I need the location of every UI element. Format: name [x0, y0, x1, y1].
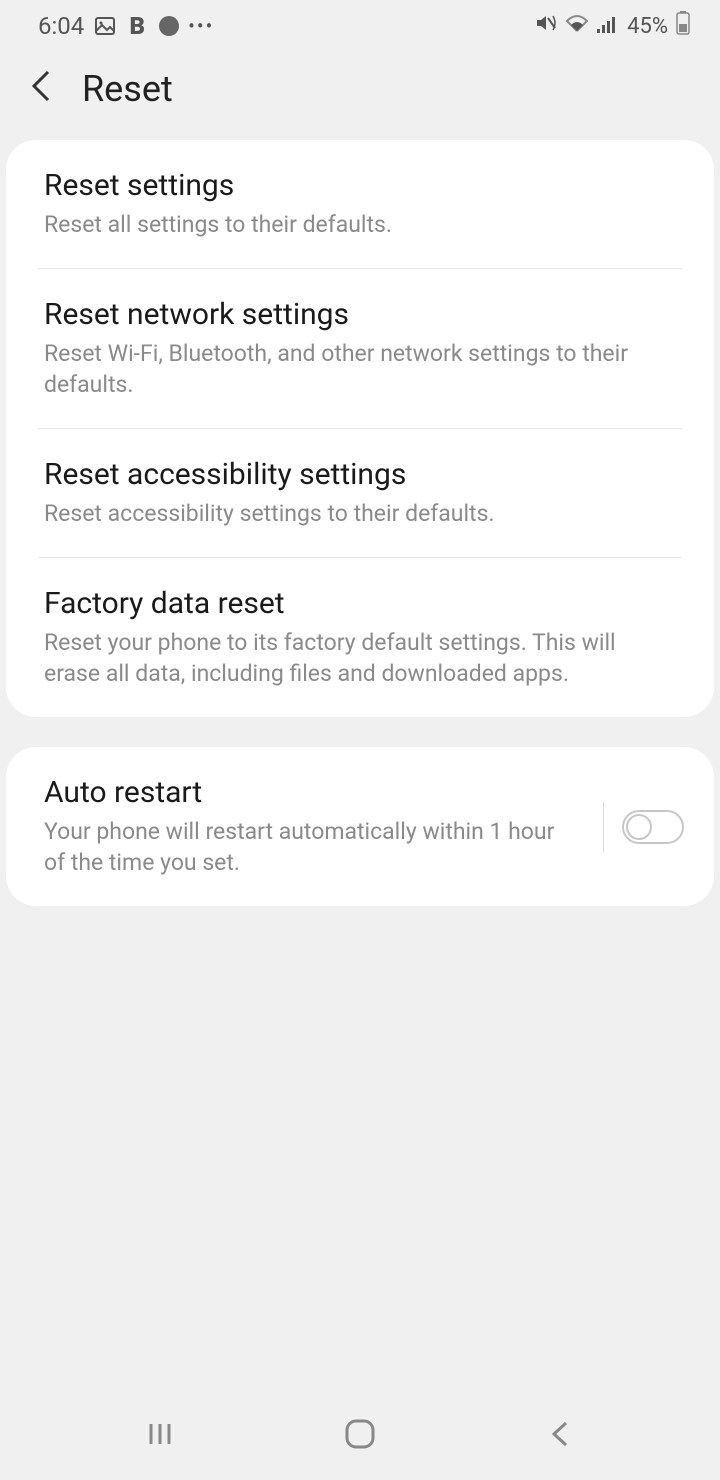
wifi-icon	[565, 13, 589, 39]
factory-data-reset-item[interactable]: Factory data reset Reset your phone to i…	[6, 558, 714, 717]
recents-button[interactable]	[140, 1414, 180, 1454]
item-desc: Reset Wi-Fi, Bluetooth, and other networ…	[44, 338, 676, 400]
bold-b-icon: B	[126, 15, 148, 37]
reset-options-card: Reset settings Reset all settings to the…	[6, 140, 714, 717]
reset-settings-item[interactable]: Reset settings Reset all settings to the…	[6, 140, 714, 268]
toggle-knob	[626, 814, 652, 840]
item-title: Factory data reset	[44, 586, 676, 621]
item-title: Reset network settings	[44, 297, 676, 332]
status-bar: 6:04 B ••• 45%	[0, 0, 720, 44]
auto-restart-card: Auto restart Your phone will restart aut…	[6, 747, 714, 906]
battery-icon	[676, 11, 690, 41]
circle-icon	[158, 15, 180, 37]
item-desc: Your phone will restart automatically wi…	[44, 816, 575, 878]
item-title: Reset settings	[44, 168, 676, 203]
more-icon: •••	[190, 15, 212, 37]
status-time: 6:04	[38, 12, 84, 40]
auto-restart-item[interactable]: Auto restart Your phone will restart aut…	[6, 747, 714, 906]
image-icon	[94, 15, 116, 37]
page-title: Reset	[82, 68, 173, 110]
reset-accessibility-settings-item[interactable]: Reset accessibility settings Reset acces…	[6, 429, 714, 557]
mute-icon	[535, 13, 557, 39]
status-left: 6:04 B •••	[38, 12, 212, 40]
item-desc: Reset all settings to their defaults.	[44, 209, 676, 240]
back-button[interactable]	[30, 68, 52, 110]
battery-text: 45%	[627, 14, 668, 39]
vertical-divider	[603, 802, 604, 852]
reset-network-settings-item[interactable]: Reset network settings Reset Wi-Fi, Blue…	[6, 269, 714, 428]
home-button[interactable]	[340, 1414, 380, 1454]
auto-restart-toggle[interactable]	[622, 810, 684, 844]
item-desc: Reset your phone to its factory default …	[44, 627, 676, 689]
page-header: Reset	[0, 44, 720, 140]
item-desc: Reset accessibility settings to their de…	[44, 498, 676, 529]
signal-icon	[597, 14, 619, 39]
back-nav-button[interactable]	[540, 1414, 580, 1454]
item-title: Auto restart	[44, 775, 575, 810]
item-title: Reset accessibility settings	[44, 457, 676, 492]
status-right: 45%	[535, 11, 690, 41]
navigation-bar	[0, 1400, 720, 1480]
